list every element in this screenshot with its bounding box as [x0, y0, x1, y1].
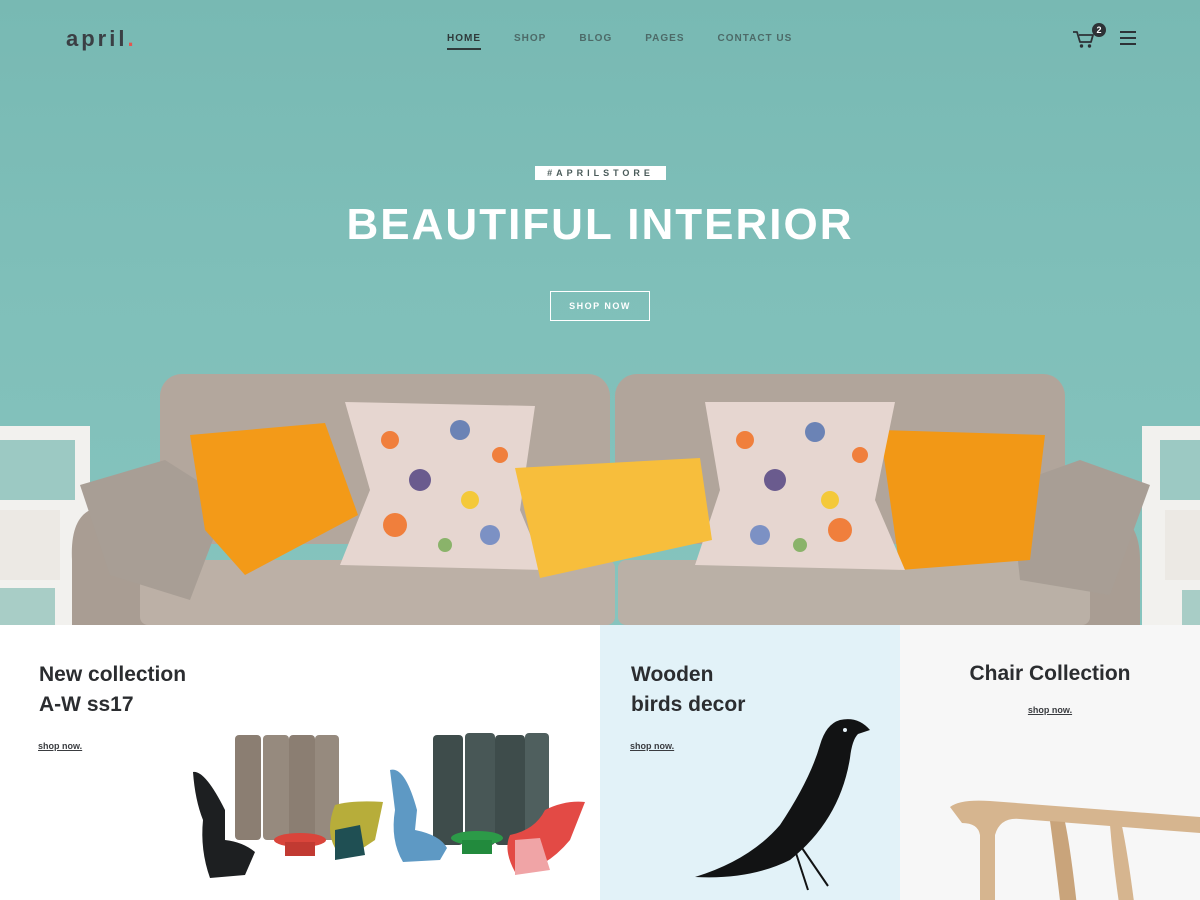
shop-now-link[interactable]: shop now. [900, 705, 1200, 715]
nav-item-shop[interactable]: SHOP [514, 33, 546, 50]
main-nav: HOME SHOP BLOG PAGES CONTACT US [447, 33, 825, 50]
patterned-pillow-right [695, 402, 905, 570]
wooden-chair-image [950, 800, 1200, 900]
nav-item-home[interactable]: HOME [447, 33, 481, 50]
black-bird-image [695, 719, 870, 891]
sofa-image [0, 374, 1200, 625]
cart-count-badge: 2 [1092, 23, 1106, 37]
logo[interactable]: april. [66, 26, 137, 52]
mesh-chairs-image [193, 733, 585, 878]
hamburger-menu-icon[interactable] [1120, 31, 1136, 45]
collection-panel-new: New collection A-W ss17 shop now. [0, 625, 600, 900]
collection-title-line1: New collection [39, 663, 187, 686]
shop-now-link[interactable]: shop now. [630, 741, 674, 751]
collection-panel-chairs: Chair Collection shop now. [900, 625, 1200, 900]
shop-now-link[interactable]: shop now. [38, 741, 82, 751]
nav-item-pages[interactable]: PAGES [645, 33, 684, 50]
side-table-right [1142, 426, 1200, 625]
logo-text: april [66, 26, 128, 51]
nav-item-contact-us[interactable]: CONTACT US [718, 33, 793, 50]
hero-tagline: #APRILSTORE [535, 166, 666, 180]
hero-banner: april. HOME SHOP BLOG PAGES CONTACT US 2… [0, 0, 1200, 625]
patterned-pillow-left [340, 402, 545, 570]
site-header: april. HOME SHOP BLOG PAGES CONTACT US 2 [0, 0, 1200, 80]
shop-now-button[interactable]: SHOP NOW [550, 291, 650, 321]
collection-title: New collection A-W ss17 [39, 660, 186, 720]
collection-title-line2: A-W ss17 [39, 693, 134, 716]
nav-item-blog[interactable]: BLOG [579, 33, 612, 50]
collection-title: Chair Collection [969, 662, 1131, 685]
collection-panel-birds: Wooden birds decor shop now. [600, 625, 900, 900]
hero-title: BEAUTIFUL INTERIOR [346, 200, 854, 249]
logo-dot: . [127, 26, 137, 51]
collection-title-line1: Wooden [631, 663, 714, 686]
